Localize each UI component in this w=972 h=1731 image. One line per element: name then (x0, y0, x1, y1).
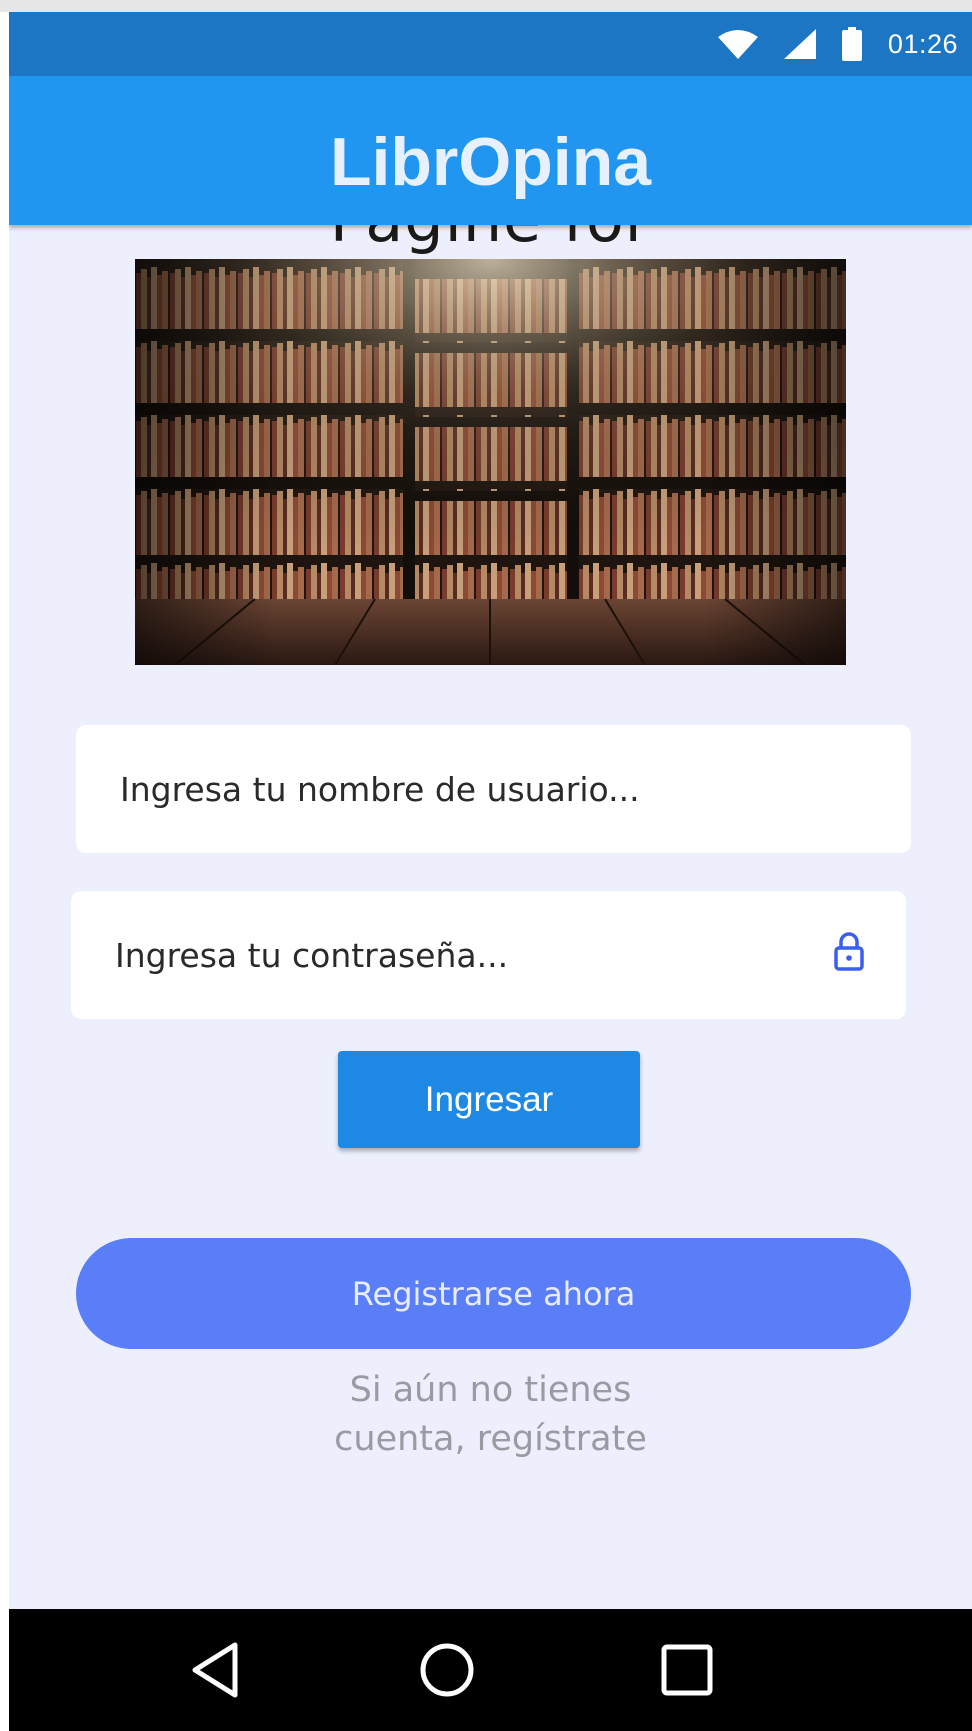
username-placeholder: Ingresa tu nombre de usuario... (120, 769, 640, 809)
signal-icon (783, 29, 816, 59)
app-title: LibrOpina (329, 124, 652, 200)
app-bar: LibrOpina (9, 76, 972, 225)
register-hint: Si aún no tienes cuenta, regístrate (9, 1366, 972, 1464)
register-hint-line2: cuenta, regístrate (334, 1419, 647, 1459)
password-field[interactable]: Ingresa tu contraseña... (71, 891, 906, 1019)
login-button[interactable]: Ingresar (338, 1051, 640, 1148)
navigation-bar (9, 1609, 972, 1731)
app-screen: 01:26 LibrOpina Págine for (9, 12, 972, 1731)
register-button[interactable]: Registrarse ahora (76, 1238, 911, 1349)
lock-icon[interactable] (832, 931, 866, 971)
status-icons: 01:26 (717, 12, 958, 76)
status-time: 01:26 (887, 28, 958, 59)
status-bar: 01:26 (9, 12, 972, 76)
register-hint-line1: Si aún no tienes (349, 1370, 632, 1410)
device-frame-top (0, 0, 972, 12)
battery-icon (841, 27, 862, 61)
username-field[interactable]: Ingresa tu nombre de usuario... (76, 725, 911, 853)
library-bookshelves-image (135, 259, 846, 665)
wifi-icon (717, 30, 758, 59)
password-placeholder: Ingresa tu contraseña... (115, 935, 509, 975)
back-icon[interactable] (183, 1637, 249, 1703)
recents-icon[interactable] (654, 1637, 720, 1703)
home-icon[interactable] (414, 1637, 480, 1703)
